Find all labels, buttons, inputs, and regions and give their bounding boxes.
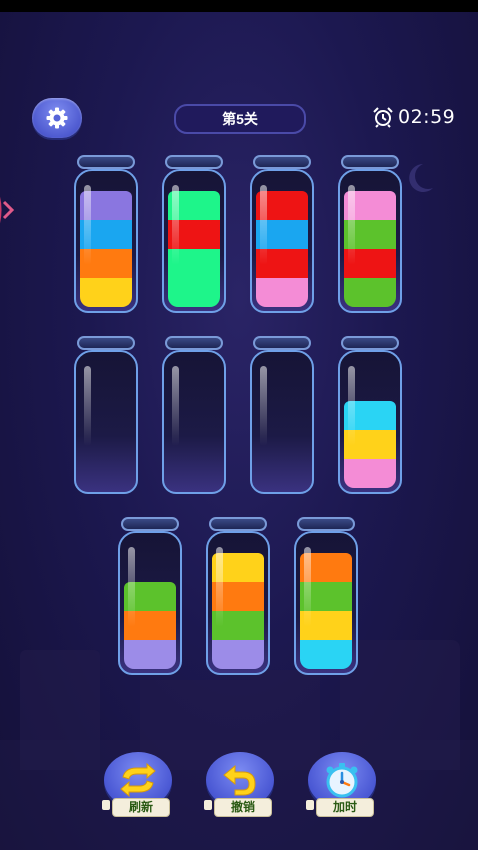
- bottle-cap: [77, 336, 135, 350]
- liquid-layer-yellow: [80, 278, 132, 307]
- glass-shine: [172, 185, 179, 265]
- refresh-button[interactable]: 刷新: [102, 752, 176, 820]
- glass-shine: [260, 366, 267, 446]
- bottle-5[interactable]: [74, 336, 138, 494]
- glass-shine: [172, 366, 179, 446]
- bottle-6[interactable]: [162, 336, 226, 494]
- bottle-glass: [162, 169, 226, 313]
- label-tag: [306, 800, 314, 810]
- glass-shine: [128, 547, 135, 627]
- refresh-arrows-icon: [120, 763, 156, 797]
- bottle-glass: [206, 531, 270, 675]
- bottle-3[interactable]: [250, 155, 314, 313]
- bottle-1[interactable]: [74, 155, 138, 313]
- alarm-clock-icon: [373, 107, 393, 128]
- bottle-glass: [294, 531, 358, 675]
- bottle-cap: [297, 517, 355, 531]
- bottle-cap: [253, 155, 311, 169]
- bottle-cap: [253, 336, 311, 350]
- glass-shine: [260, 185, 267, 265]
- liquid-layer-green: [168, 278, 220, 307]
- side-arrow-decoration: [0, 197, 15, 223]
- bottle-10[interactable]: [206, 517, 270, 675]
- liquid-layer-olive: [344, 278, 396, 307]
- bottle-2[interactable]: [162, 155, 226, 313]
- undo-label: 撤销: [214, 798, 272, 817]
- glass-shine: [348, 366, 355, 446]
- liquid-layer-pink: [344, 459, 396, 488]
- label-tag: [204, 800, 212, 810]
- undo-arrow-icon: [223, 764, 256, 796]
- add-time-button[interactable]: 加时: [306, 752, 380, 820]
- bottle-glass: [250, 169, 314, 313]
- bottle-cap: [165, 336, 223, 350]
- bottle-11[interactable]: [294, 517, 358, 675]
- bottle-glass: [338, 350, 402, 494]
- add-time-label: 加时: [316, 798, 374, 817]
- bottle-cap: [165, 155, 223, 169]
- bottle-cap: [341, 155, 399, 169]
- bottle-glass: [338, 169, 402, 313]
- timer-text: 02:59: [398, 106, 456, 128]
- liquid-layer-cyan: [300, 640, 352, 669]
- stopwatch-icon: [326, 763, 358, 798]
- bottle-cap: [209, 517, 267, 531]
- liquid-layer-lavender: [212, 640, 264, 669]
- gear-icon: [46, 107, 68, 129]
- level-indicator: 第5关: [174, 104, 306, 134]
- bottle-cap: [121, 517, 179, 531]
- bottle-7[interactable]: [250, 336, 314, 494]
- glass-shine: [84, 185, 91, 265]
- glass-shine: [348, 185, 355, 265]
- refresh-label: 刷新: [112, 798, 170, 817]
- settings-button[interactable]: [32, 98, 82, 138]
- bottle-glass: [162, 350, 226, 494]
- label-tag: [102, 800, 110, 810]
- countdown-timer: 02:59: [372, 106, 455, 128]
- bottle-glass: [118, 531, 182, 675]
- bottle-cap: [341, 336, 399, 350]
- bottle-8[interactable]: [338, 336, 402, 494]
- level-label: 第5关: [222, 111, 258, 127]
- bottle-cap: [77, 155, 135, 169]
- bottle-4[interactable]: [338, 155, 402, 313]
- bottle-glass: [74, 169, 138, 313]
- glass-shine: [304, 547, 311, 627]
- bottle-glass: [250, 350, 314, 494]
- liquid-layer-lavender: [124, 640, 176, 669]
- liquid-layer-pink: [256, 278, 308, 307]
- bottle-glass: [74, 350, 138, 494]
- bottle-9[interactable]: [118, 517, 182, 675]
- undo-button[interactable]: 撤销: [204, 752, 278, 820]
- glass-shine: [216, 547, 223, 627]
- glass-shine: [84, 366, 91, 446]
- status-bar: [0, 0, 478, 12]
